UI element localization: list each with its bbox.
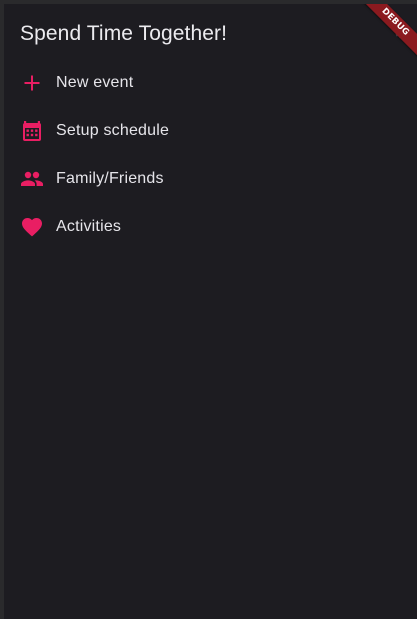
people-icon (20, 167, 44, 191)
add-icon (20, 71, 44, 95)
menu-item-new-event[interactable]: New event (4, 59, 417, 107)
menu-item-label: Family/Friends (56, 170, 164, 187)
menu-item-label: Setup schedule (56, 122, 170, 139)
heart-icon (20, 215, 44, 239)
menu-item-activities[interactable]: Activities (4, 203, 417, 251)
calendar-icon (20, 119, 44, 143)
debug-banner: DEBUG (351, 4, 417, 66)
app-title: Spend Time Together! (20, 22, 228, 45)
drawer-menu: New event Setup schedule Family/Friends … (4, 59, 417, 251)
navigation-drawer: Spend Time Together! DEBUG New event Set… (4, 4, 417, 619)
menu-item-family-friends[interactable]: Family/Friends (4, 155, 417, 203)
menu-item-label: Activities (56, 218, 122, 235)
menu-item-setup-schedule[interactable]: Setup schedule (4, 107, 417, 155)
menu-item-label: New event (56, 74, 134, 91)
